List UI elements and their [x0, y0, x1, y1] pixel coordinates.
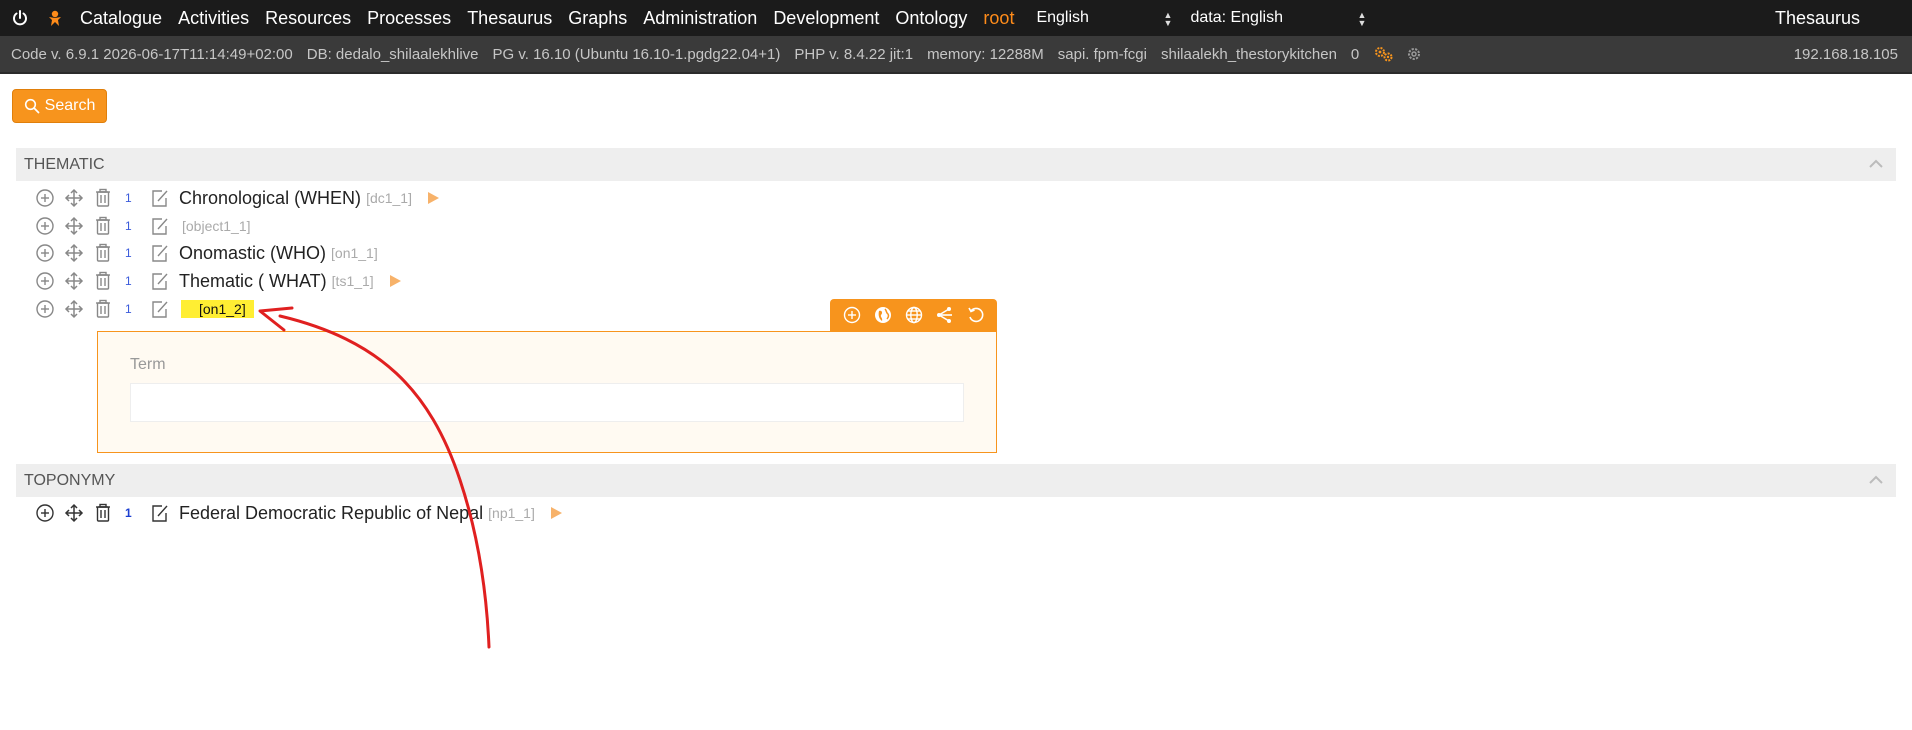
data-language-select-value: data: English — [1190, 9, 1283, 26]
db-info: DB: dedalo_shilaalekhlive — [306, 45, 479, 63]
move-icon[interactable] — [63, 270, 85, 292]
section-title: TOPONYMY — [24, 471, 116, 489]
language-select-value: English — [1036, 9, 1089, 26]
edit-term-icon[interactable] — [149, 502, 171, 524]
edit-panel-toolbar — [830, 299, 997, 331]
order-number: 1 — [125, 506, 132, 520]
search-button[interactable]: Search — [12, 89, 107, 123]
select-arrows-icon: ▲ ▼ — [1163, 10, 1173, 28]
info-bar: Code v. 6.9.1 2026-06-17T11:14:49+02:00 … — [0, 36, 1912, 74]
search-icon — [24, 98, 40, 114]
code-version: Code v. 6.9.1 2026-06-17T11:14:49+02:00 — [11, 45, 293, 63]
menu-item-administration[interactable]: Administration — [643, 8, 757, 29]
edit-term-icon[interactable] — [149, 298, 171, 320]
collapse-chevron-icon[interactable] — [1868, 473, 1884, 492]
term-code: [np1_1] — [488, 505, 535, 521]
expand-children-icon[interactable] — [388, 274, 402, 288]
language-select[interactable]: English ▲ ▼ — [1036, 9, 1173, 28]
term-field-label: Term — [130, 356, 166, 373]
term-label[interactable]: Onomastic (WHO) — [179, 243, 326, 264]
tree-row: 1 Thematic ( WHAT) [ts1_1] — [34, 268, 402, 294]
add-child-icon[interactable] — [34, 242, 56, 264]
undo-reset-icon[interactable] — [965, 304, 987, 326]
dedalo-logo-icon[interactable] — [44, 7, 66, 29]
section-header-toponymy[interactable]: TOPONYMY — [16, 464, 1896, 497]
collapse-chevron-icon[interactable] — [1868, 157, 1884, 176]
menu-item-processes[interactable]: Processes — [367, 8, 451, 29]
counter: 0 — [1350, 45, 1360, 63]
delete-trash-icon[interactable] — [92, 242, 114, 264]
user-info: shilaalekh_thestorykitchen — [1160, 45, 1337, 63]
sapi-info: sapi. fpm-fcgi — [1057, 45, 1147, 63]
term-code: [ts1_1] — [331, 273, 374, 289]
move-icon[interactable] — [63, 242, 85, 264]
section-title: THEMATIC — [24, 155, 105, 173]
tree-row: 1 Federal Democratic Republic of Nepal [… — [34, 500, 563, 526]
menu-item-activities[interactable]: Activities — [178, 8, 249, 29]
term-label[interactable]: Thematic ( WHAT) — [179, 271, 327, 292]
delete-trash-icon[interactable] — [92, 187, 114, 209]
add-child-icon[interactable] — [34, 502, 56, 524]
delete-trash-icon[interactable] — [92, 270, 114, 292]
term-code-highlighted[interactable]: [on1_2] — [181, 300, 254, 318]
tree-row: 1 Chronological (WHEN) [dc1_1] — [34, 185, 440, 211]
section-header-thematic[interactable]: THEMATIC — [16, 148, 1896, 181]
term-edit-panel: Term — [97, 331, 997, 453]
delete-trash-icon[interactable] — [92, 298, 114, 320]
add-child-icon[interactable] — [34, 270, 56, 292]
globe-map-icon[interactable] — [872, 304, 894, 326]
add-child-icon[interactable] — [34, 187, 56, 209]
globe-language-icon[interactable] — [903, 304, 925, 326]
order-number: 1 — [125, 191, 132, 205]
top-menu-bar: Catalogue Activities Resources Processes… — [0, 0, 1912, 36]
edit-term-icon[interactable] — [149, 242, 171, 264]
settings-gear-icon[interactable] — [1405, 45, 1423, 63]
add-child-icon[interactable] — [34, 298, 56, 320]
move-icon[interactable] — [63, 215, 85, 237]
tree-row: 1 Onomastic (WHO) [on1_1] — [34, 240, 378, 266]
menu-item-ontology[interactable]: Ontology — [895, 8, 967, 29]
move-icon[interactable] — [63, 298, 85, 320]
order-number: 1 — [125, 302, 132, 316]
menu-item-development[interactable]: Development — [773, 8, 879, 29]
term-code: [object1_1] — [182, 218, 251, 234]
add-child-icon[interactable] — [34, 215, 56, 237]
tree-row-editing: 1 [on1_2] — [34, 296, 254, 322]
gears-icon[interactable] — [1373, 45, 1395, 63]
expand-children-icon[interactable] — [426, 191, 440, 205]
edit-term-icon[interactable] — [149, 187, 171, 209]
delete-trash-icon[interactable] — [92, 502, 114, 524]
tree-row: 1 [object1_1] — [34, 213, 251, 239]
ip-address: 192.168.18.105 — [1793, 46, 1898, 63]
delete-trash-icon[interactable] — [92, 215, 114, 237]
menu-item-graphs[interactable]: Graphs — [568, 8, 627, 29]
edit-term-icon[interactable] — [149, 215, 171, 237]
term-input[interactable] — [130, 383, 964, 422]
term-code: [on1_1] — [331, 245, 378, 261]
user-name[interactable]: root — [983, 8, 1014, 29]
data-language-select[interactable]: data: English ▲ ▼ — [1190, 9, 1367, 28]
edit-term-icon[interactable] — [149, 270, 171, 292]
order-number: 1 — [125, 246, 132, 260]
term-code: [dc1_1] — [366, 190, 412, 206]
memory-info: memory: 12288M — [927, 45, 1044, 63]
relation-share-icon[interactable] — [934, 304, 956, 326]
term-label[interactable]: Federal Democratic Republic of Nepal — [179, 503, 483, 524]
pg-info: PG v. 16.10 (Ubuntu 16.10-1.pgdg22.04+1) — [492, 45, 781, 63]
page-title: Thesaurus — [1774, 8, 1860, 28]
search-button-label: Search — [44, 97, 96, 114]
add-icon[interactable] — [841, 304, 863, 326]
order-number: 1 — [125, 219, 132, 233]
menu-item-thesaurus[interactable]: Thesaurus — [467, 8, 552, 29]
order-number: 1 — [125, 274, 132, 288]
expand-children-icon[interactable] — [549, 506, 563, 520]
select-arrows-icon: ▲ ▼ — [1357, 10, 1367, 28]
move-icon[interactable] — [63, 502, 85, 524]
php-info: PHP v. 8.4.22 jit:1 — [794, 45, 914, 63]
power-icon[interactable] — [10, 8, 30, 28]
term-label[interactable]: Chronological (WHEN) — [179, 188, 361, 209]
move-icon[interactable] — [63, 187, 85, 209]
menu-item-resources[interactable]: Resources — [265, 8, 351, 29]
menu-item-catalogue[interactable]: Catalogue — [80, 8, 162, 29]
